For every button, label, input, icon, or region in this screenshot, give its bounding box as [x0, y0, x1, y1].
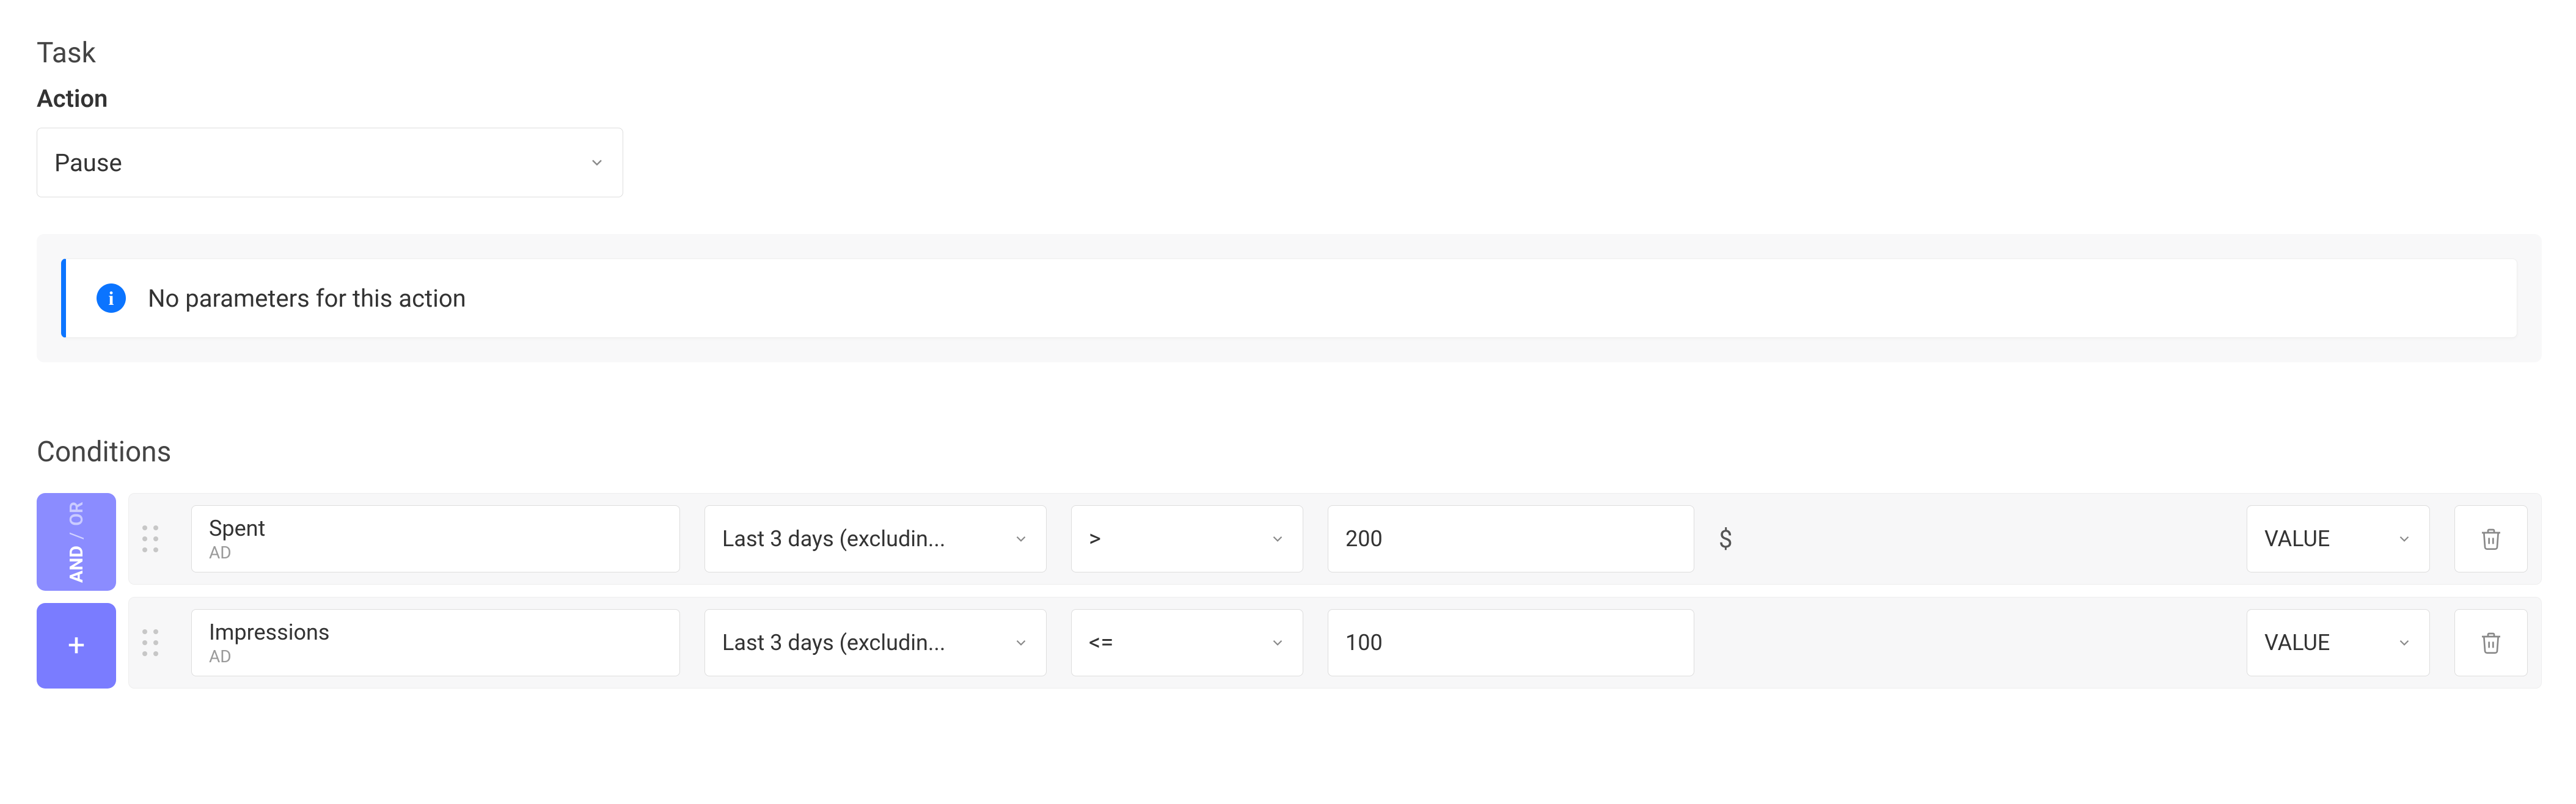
chevron-down-icon	[1013, 531, 1029, 547]
drag-handle-icon[interactable]	[142, 525, 167, 552]
value-type-label: VALUE	[2264, 630, 2330, 656]
metric-name: Spent	[209, 516, 662, 541]
add-condition-button[interactable]: +	[37, 603, 116, 689]
unit-label: $	[1719, 525, 1755, 554]
action-select-value: Pause	[54, 148, 122, 177]
period-value: Last 3 days (excludin...	[722, 526, 945, 552]
metric-select[interactable]: Impressions AD	[191, 609, 680, 676]
period-select[interactable]: Last 3 days (excludin...	[704, 609, 1047, 676]
delete-condition-button[interactable]	[2454, 609, 2528, 676]
trash-icon	[2479, 527, 2503, 551]
value-input-text: 100	[1345, 630, 1383, 656]
chevron-down-icon	[2396, 531, 2412, 547]
operator-select[interactable]: >	[1071, 505, 1303, 572]
task-section-title: Task	[37, 37, 2539, 70]
operator-value: >	[1089, 525, 1270, 552]
metric-name: Impressions	[209, 619, 662, 645]
conditions-section-title: Conditions	[37, 436, 2539, 469]
period-value: Last 3 days (excludin...	[722, 630, 945, 656]
chevron-down-icon	[1270, 531, 1286, 547]
logic-and-label: AND	[66, 546, 87, 583]
condition-row: Impressions AD Last 3 days (excludin... …	[128, 597, 2542, 689]
operator-select[interactable]: <=	[1071, 609, 1303, 676]
delete-condition-button[interactable]	[2454, 505, 2528, 572]
logic-toggle-and-or[interactable]: AND / OR	[37, 493, 116, 591]
value-input[interactable]: 200	[1328, 505, 1694, 572]
conditions-area: AND / OR + Spent AD	[37, 493, 2542, 689]
action-select[interactable]: Pause	[37, 128, 623, 197]
chevron-down-icon	[1270, 635, 1286, 651]
drag-handle-icon[interactable]	[142, 629, 167, 656]
metric-sublabel: AD	[209, 543, 662, 563]
value-input-text: 200	[1345, 526, 1383, 552]
value-type-select[interactable]: VALUE	[2247, 505, 2430, 572]
operator-value: <=	[1089, 629, 1270, 656]
metric-select[interactable]: Spent AD	[191, 505, 680, 572]
action-label: Action	[37, 84, 2539, 113]
metric-sublabel: AD	[209, 646, 662, 667]
value-input[interactable]: 100	[1328, 609, 1694, 676]
value-type-label: VALUE	[2264, 526, 2330, 552]
period-select[interactable]: Last 3 days (excludin...	[704, 505, 1047, 572]
chevron-down-icon	[1013, 635, 1029, 651]
info-text: No parameters for this action	[148, 284, 466, 313]
condition-row: Spent AD Last 3 days (excludin... >	[128, 493, 2542, 585]
plus-icon: +	[68, 628, 85, 663]
condition-rows: Spent AD Last 3 days (excludin... >	[128, 493, 2542, 689]
conditions-left-rail: AND / OR +	[37, 493, 116, 689]
info-card: i No parameters for this action	[61, 258, 2517, 338]
action-parameters-panel: i No parameters for this action	[37, 234, 2542, 362]
chevron-down-icon	[2396, 635, 2412, 651]
chevron-down-icon	[588, 154, 606, 171]
logic-separator: /	[66, 532, 87, 539]
trash-icon	[2479, 630, 2503, 655]
info-icon: i	[97, 283, 126, 313]
logic-or-label: OR	[66, 502, 87, 526]
value-type-select[interactable]: VALUE	[2247, 609, 2430, 676]
